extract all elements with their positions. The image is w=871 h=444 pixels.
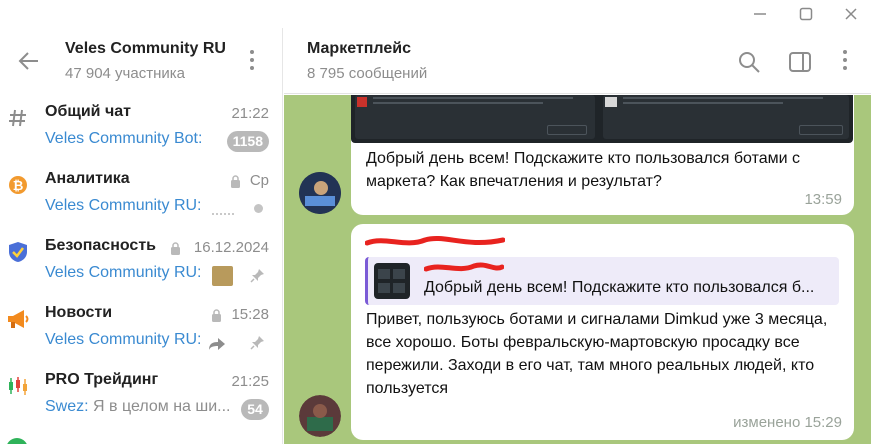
message-text: Привет, пользуюсь ботами и сигналами Dim… xyxy=(366,311,828,397)
group-menu-icon[interactable] xyxy=(248,50,256,74)
hashtag-icon xyxy=(6,106,30,130)
reply-quote-text: Добрый день всем! Подскажите кто пользов… xyxy=(424,279,815,296)
chat-preview-sender: Swez: xyxy=(45,398,89,415)
sidebar-toggle-icon[interactable] xyxy=(788,50,812,74)
candles-icon xyxy=(6,374,30,398)
preview-thumbnail xyxy=(212,201,234,215)
chat-preview-sender: Veles Community Bot: xyxy=(45,130,203,147)
chat-item-analytics[interactable]: ₿ Аналитика Ср Veles Community RU: xyxy=(0,161,282,228)
pin-icon xyxy=(250,269,264,283)
chat-item-news[interactable]: Новости 15:28 Veles Community RU: xyxy=(0,295,282,362)
reply-quote[interactable]: Добрый день всем! Подскажите кто пользов… xyxy=(365,257,839,305)
chat-preview-sender: Veles Community RU: xyxy=(45,331,202,348)
topic-title[interactable]: Маркетплейс xyxy=(307,40,411,58)
message-time: изменено 15:29 xyxy=(733,414,842,431)
forward-icon xyxy=(209,338,225,350)
lock-icon xyxy=(212,309,221,322)
message-text: Добрый день всем! Подскажите кто пользов… xyxy=(366,150,800,190)
chat-time: 16.12.2024 xyxy=(193,239,269,256)
search-icon[interactable] xyxy=(737,50,761,74)
chat-item-general[interactable]: Общий чат 21:22 Veles Community Bot: 115… xyxy=(0,94,282,161)
marketplace-screenshot-image[interactable] xyxy=(351,95,853,143)
chat-name: Аналитика xyxy=(45,170,130,187)
minimize-icon[interactable] xyxy=(738,2,782,26)
close-icon[interactable] xyxy=(829,2,871,26)
shield-icon xyxy=(6,240,30,264)
unread-badge: 1158 xyxy=(226,131,269,152)
avatar[interactable] xyxy=(299,172,341,214)
chat-time: Ср xyxy=(249,172,269,189)
preview-thumbnail xyxy=(212,266,233,286)
redacted-sender-name xyxy=(364,234,506,248)
back-arrow-icon[interactable] xyxy=(16,48,42,74)
chat-name: Безопасность xyxy=(45,237,156,254)
topic-message-count: 8 795 сообщений xyxy=(307,65,428,82)
pin-icon xyxy=(250,336,264,350)
chat-time: 21:25 xyxy=(231,373,269,390)
megaphone-icon xyxy=(6,307,30,331)
next-chat-avatar[interactable] xyxy=(6,438,28,444)
chat-time: 21:22 xyxy=(231,105,269,122)
topic-header: Маркетплейс 8 795 сообщений xyxy=(284,28,871,94)
chat-name: Общий чат xyxy=(45,103,131,120)
chat-preview-sender: Veles Community RU: xyxy=(45,264,202,281)
unread-badge: 54 xyxy=(241,399,269,420)
chat-list-panel: Veles Community RU 47 904 участника Общи… xyxy=(0,28,283,444)
redacted-reply-author xyxy=(423,261,505,275)
message-bubble[interactable]: Добрый день всем! Подскажите кто пользов… xyxy=(351,95,854,215)
window-titlebar xyxy=(0,0,871,28)
group-header: Veles Community RU 47 904 участника xyxy=(0,28,282,94)
topic-menu-icon[interactable] xyxy=(841,50,849,74)
bitcoin-icon: ₿ xyxy=(6,173,30,197)
chat-preview-sender: Veles Community RU: xyxy=(45,197,202,214)
chat-name: Новости xyxy=(45,304,113,321)
message-time: 13:59 xyxy=(804,191,842,208)
chat-preview: Swez: Я в целом на ши... xyxy=(45,398,230,416)
reply-thumbnail xyxy=(374,263,410,299)
message-bubble[interactable]: Добрый день всем! Подскажите кто пользов… xyxy=(351,224,854,440)
group-members: 47 904 участника xyxy=(65,65,185,82)
chat-name: PRO Трейдинг xyxy=(45,371,159,388)
maximize-icon[interactable] xyxy=(784,2,828,26)
muted-dot-icon xyxy=(254,204,263,213)
lock-icon xyxy=(231,175,240,188)
chat-item-pro-trading[interactable]: PRO Трейдинг 21:25 Swez: Я в целом на ши… xyxy=(0,362,282,429)
chat-item-security[interactable]: Безопасность 16.12.2024 Veles Community … xyxy=(0,228,282,295)
message-area[interactable]: Добрый день всем! Подскажите кто пользов… xyxy=(284,95,871,444)
lock-icon xyxy=(171,242,180,255)
chat-preview-text: Я в целом на ши... xyxy=(93,398,231,415)
avatar[interactable] xyxy=(299,395,341,437)
svg-text:₿: ₿ xyxy=(13,179,24,194)
chat-time: 15:28 xyxy=(231,306,269,323)
group-title[interactable]: Veles Community RU xyxy=(65,40,226,58)
